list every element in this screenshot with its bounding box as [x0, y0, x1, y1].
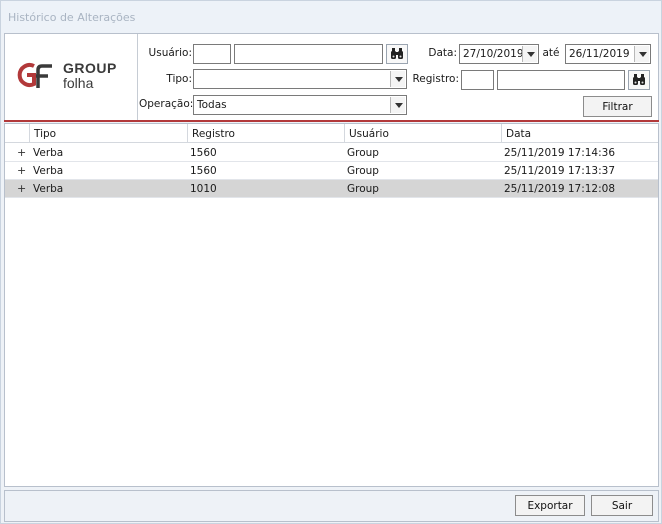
column-header-tipo[interactable]: Tipo — [29, 124, 187, 143]
column-header-usuario[interactable]: Usuário — [344, 124, 501, 143]
chevron-down-icon[interactable] — [634, 46, 649, 62]
chevron-down-icon[interactable] — [522, 46, 537, 62]
filter-panel: GROUP folha Usuário: Tipo: Operação: Tod… — [4, 33, 659, 121]
data-label: Data: — [428, 47, 457, 59]
table-row[interactable]: + Verba 1560 Group 25/11/2019 17:13:37 — [5, 162, 658, 180]
expand-row-icon[interactable]: + — [17, 146, 26, 159]
registro-search-button[interactable] — [628, 70, 650, 90]
binoculars-icon — [391, 48, 403, 59]
cell-registro: 1560 — [190, 165, 217, 177]
usuario-search-button[interactable] — [386, 44, 408, 64]
operacao-label: Operação: — [139, 98, 194, 110]
exportar-button[interactable]: Exportar — [515, 495, 585, 516]
usuario-code-input[interactable] — [193, 44, 231, 64]
cell-data: 25/11/2019 17:14:36 — [504, 147, 616, 159]
table-row-selected[interactable]: + Verba 1010 Group 25/11/2019 17:12:08 — [5, 180, 658, 198]
column-header-data[interactable]: Data — [501, 124, 658, 143]
cell-data: 25/11/2019 17:12:08 — [504, 183, 616, 195]
table-row[interactable]: + Verba 1560 Group 25/11/2019 17:14:36 — [5, 144, 658, 162]
group-folha-logo-icon — [17, 63, 52, 88]
binoculars-icon — [633, 74, 645, 85]
tipo-select[interactable] — [193, 69, 407, 89]
expand-row-icon[interactable]: + — [17, 164, 26, 177]
data-from-value: 27/10/2019 — [463, 48, 524, 60]
expand-row-icon[interactable]: + — [17, 182, 26, 195]
usuario-label: Usuário: — [148, 47, 192, 59]
registro-name-input[interactable] — [497, 70, 625, 90]
registro-code-input[interactable] — [461, 70, 494, 90]
cell-usuario: Group — [347, 165, 379, 177]
history-window: Histórico de Alterações GROUP folha Usuá… — [0, 0, 662, 524]
cell-registro: 1010 — [190, 183, 217, 195]
tipo-label: Tipo: — [166, 73, 192, 85]
cell-tipo: Verba — [33, 165, 64, 177]
column-header-registro[interactable]: Registro — [187, 124, 344, 143]
logo-text-folha: folha — [63, 75, 94, 91]
operacao-select[interactable]: Todas — [193, 95, 407, 115]
data-to-picker[interactable]: 26/11/2019 — [565, 44, 651, 64]
registro-label: Registro: — [412, 73, 459, 85]
chevron-down-icon[interactable] — [390, 71, 405, 87]
cell-registro: 1560 — [190, 147, 217, 159]
ate-label: até — [542, 47, 560, 59]
usuario-name-input[interactable] — [234, 44, 383, 64]
window-title: Histórico de Alterações — [1, 1, 661, 33]
history-grid[interactable]: Tipo Registro Usuário Data + Verba 1560 … — [4, 123, 659, 487]
filtrar-button[interactable]: Filtrar — [583, 96, 652, 117]
data-from-picker[interactable]: 27/10/2019 — [459, 44, 539, 64]
logo-text-group: GROUP — [63, 60, 117, 76]
data-to-value: 26/11/2019 — [569, 48, 630, 60]
cell-tipo: Verba — [33, 147, 64, 159]
accent-divider — [4, 120, 659, 122]
cell-tipo: Verba — [33, 183, 64, 195]
footer-bar: Exportar Sair — [4, 490, 659, 522]
cell-usuario: Group — [347, 147, 379, 159]
logo: GROUP folha — [5, 34, 138, 120]
grid-header: Tipo Registro Usuário Data — [5, 124, 658, 143]
operacao-select-value: Todas — [197, 99, 227, 111]
cell-usuario: Group — [347, 183, 379, 195]
chevron-down-icon[interactable] — [390, 97, 405, 113]
cell-data: 25/11/2019 17:13:37 — [504, 165, 616, 177]
sair-button[interactable]: Sair — [591, 495, 653, 516]
